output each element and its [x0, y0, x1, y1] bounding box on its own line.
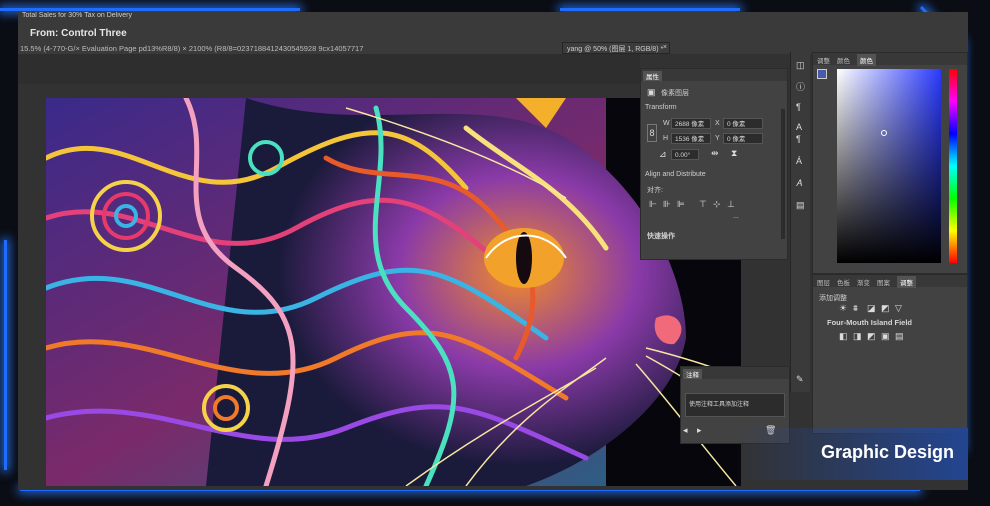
properties-header: 属性 — [641, 69, 787, 81]
history-icon[interactable]: ◫ — [796, 60, 805, 71]
info-icon[interactable]: ⓘ — [796, 80, 805, 93]
promo-text: Total Sales for 30% Tax on Delivery — [22, 12, 132, 19]
glyphs-icon[interactable]: Á — [796, 156, 802, 166]
adjustment-label: Four-Mouth Island Field — [827, 318, 912, 327]
screenshot-frame: Total Sales for 30% Tax on Delivery From… — [0, 0, 990, 506]
align-middle-icon[interactable]: ⊹ — [713, 199, 721, 210]
vibrance-icon[interactable]: ▽ — [895, 303, 902, 314]
more-options-button[interactable]: ... — [733, 213, 739, 220]
tab-patterns[interactable]: 图案 — [877, 277, 890, 287]
black-white-icon[interactable]: ◩ — [867, 331, 876, 342]
document-area-header — [18, 54, 640, 84]
badge-text: Graphic Design — [820, 442, 954, 462]
color-field[interactable] — [837, 69, 941, 263]
paragraph-icon[interactable]: ¶ — [796, 102, 801, 112]
y-field[interactable]: 0 像素 — [723, 133, 763, 144]
hue-slider[interactable] — [949, 69, 957, 263]
document-tab-label: yang @ 50% (图层 1, RGB/8) * — [567, 46, 664, 53]
color-balance-icon[interactable]: ◨ — [853, 331, 862, 342]
width-label: W — [663, 120, 670, 127]
tab-channels[interactable]: 色板 — [837, 277, 850, 287]
tab-swatches[interactable]: 颜色 — [837, 55, 850, 65]
width-field[interactable]: 2688 像素 — [671, 118, 711, 129]
tab-color[interactable]: 颜色 — [857, 54, 876, 66]
libraries-icon[interactable]: ▤ — [796, 200, 805, 211]
photoshop-window: Total Sales for 30% Tax on Delivery From… — [18, 12, 968, 490]
align-bottom-icon[interactable]: ⊥ — [727, 199, 735, 210]
close-tab-icon[interactable]: × — [663, 44, 667, 51]
notes-icon[interactable]: ✎ — [796, 374, 804, 385]
transform-section-title[interactable]: Transform — [645, 104, 677, 111]
flip-vertical-icon[interactable]: ⧗ — [731, 148, 737, 159]
adjustments-panel: 图层 色板 渐变 图案 调整 添加调整 ☀ ⩩ ◪ ◩ ▽ Four-Mouth… — [812, 274, 968, 434]
levels-icon[interactable]: ⩩ — [853, 303, 858, 314]
x-label: X — [715, 120, 720, 127]
tab-layers[interactable]: 图层 — [817, 277, 830, 287]
quick-actions-title[interactable]: 快速操作 — [647, 231, 675, 241]
color-panel-tabs: 调整 颜色 颜色 — [813, 53, 967, 66]
angle-icon: ⊿ — [659, 149, 667, 159]
top-bar: Total Sales for 30% Tax on Delivery From… — [18, 12, 968, 54]
notes-title[interactable]: 注释 — [683, 369, 702, 379]
angle-field[interactable]: 0.00° — [671, 149, 699, 160]
next-note-icon[interactable]: ▸ — [697, 425, 702, 436]
notes-hint: 使用注释工具添加注释 — [685, 393, 785, 417]
x-field[interactable]: 0 像素 — [723, 118, 763, 129]
link-dimensions-icon[interactable]: 8 — [647, 124, 657, 142]
add-adjustment-title: 添加调整 — [819, 295, 847, 302]
properties-scrollbar[interactable] — [781, 109, 785, 239]
layer-type-label: 像素图层 — [661, 90, 689, 97]
foreground-color-swatch[interactable] — [817, 69, 827, 79]
document-tab[interactable]: yang @ 50% (图层 1, RGB/8) * × — [562, 42, 670, 54]
neon-border-left — [4, 240, 7, 470]
properties-title[interactable]: 属性 — [643, 71, 662, 81]
y-label: Y — [715, 135, 720, 142]
properties-panel: 属性 ▣ 像素图层 Transform 8 W 2688 像素 X 0 像素 H… — [640, 68, 788, 260]
align-center-icon[interactable]: ⊪ — [663, 199, 671, 210]
character-icon[interactable]: A — [796, 122, 802, 132]
window-title: From: Control Three — [30, 28, 127, 39]
neon-border-top-left — [0, 8, 300, 11]
tab-adjustments[interactable]: 调整 — [817, 55, 830, 65]
tab-adjustments-active[interactable]: 调整 — [897, 276, 916, 288]
adjustments-tabs: 图层 色板 渐变 图案 调整 — [813, 275, 967, 288]
status-line: 15.5% (4-770-G/× Evaluation Page pd13%R8… — [20, 44, 364, 53]
align-right-icon[interactable]: ⊫ — [677, 199, 685, 210]
photo-filter-icon[interactable]: ▣ — [881, 331, 890, 342]
height-field[interactable]: 1536 像素 — [671, 133, 711, 144]
color-panel: 调整 颜色 颜色 — [812, 52, 968, 274]
type-icon[interactable]: 𝐴 — [796, 178, 802, 189]
neon-border-top-mid — [560, 8, 740, 11]
notes-header: 注释 — [681, 367, 789, 379]
flip-horizontal-icon[interactable]: ⇹ — [711, 148, 719, 159]
align-section-title[interactable]: Align and Distribute — [645, 171, 706, 178]
exposure-icon[interactable]: ◩ — [881, 303, 890, 314]
psychedelic-cat-artwork — [46, 98, 741, 486]
panel-icon-strip: ◫ ⓘ ¶ A ¶ Á 𝐴 ▤ ✎ — [790, 52, 810, 392]
artwork-canvas[interactable] — [46, 98, 741, 486]
hue-saturation-icon[interactable]: ◧ — [839, 331, 848, 342]
graphic-design-badge: Graphic Design — [736, 428, 968, 480]
paragraph-styles-icon[interactable]: ¶ — [796, 134, 801, 144]
color-picker-cursor[interactable] — [881, 130, 887, 136]
tab-gradients[interactable]: 渐变 — [857, 277, 870, 287]
curves-icon[interactable]: ◪ — [867, 303, 876, 314]
brightness-icon[interactable]: ☀ — [839, 303, 847, 314]
height-label: H — [663, 135, 669, 142]
align-top-icon[interactable]: ⊤ — [699, 199, 707, 210]
channel-mixer-icon[interactable]: ▤ — [895, 331, 904, 342]
align-left-icon[interactable]: ⊩ — [649, 199, 657, 210]
image-layer-icon: ▣ — [647, 87, 656, 97]
previous-note-icon[interactable]: ◂ — [683, 425, 688, 436]
align-label: 对齐: — [647, 187, 663, 194]
